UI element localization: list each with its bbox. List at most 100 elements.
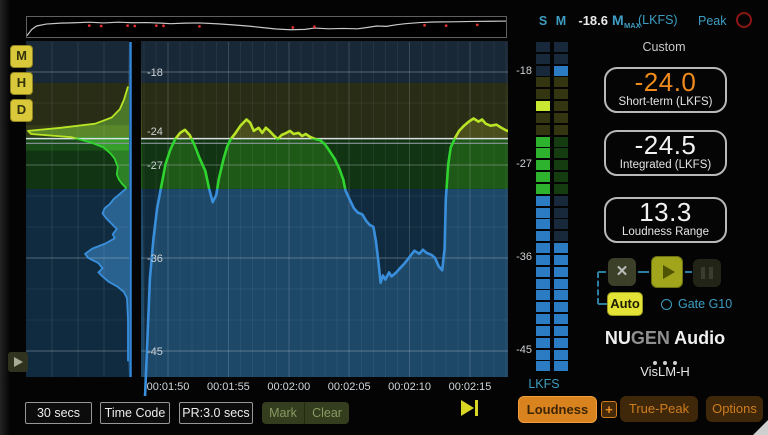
connector-line (598, 271, 606, 273)
connector-line (598, 303, 607, 305)
meter-segment (554, 350, 568, 360)
meter-segment (536, 160, 550, 170)
preset-name: Custom (604, 40, 724, 54)
meter-scale-label: -27 (496, 158, 532, 170)
meter-segment (536, 338, 550, 348)
play-icon (14, 357, 23, 367)
gate-radio[interactable] (661, 299, 672, 310)
meter-segment (554, 231, 568, 241)
meter-segment (554, 267, 568, 277)
momentary-view-button[interactable]: M (10, 45, 33, 68)
vislm-plugin-window: -18-24-27-36-4500:01:5000:01:5500:02:000… (0, 0, 768, 435)
loudness-range-label: Loudness Range (606, 226, 725, 238)
distribution-view-button[interactable]: D (10, 99, 33, 122)
meter-segment (554, 290, 568, 300)
play-button[interactable] (651, 256, 683, 288)
mark-button[interactable]: Mark (262, 402, 305, 424)
pause-button[interactable] (693, 259, 721, 287)
meter-segment (536, 77, 550, 87)
meter-segment (554, 148, 568, 158)
product-name: VisLM-H (595, 364, 735, 379)
meter-segment (554, 314, 568, 324)
meter-segment (554, 243, 568, 253)
integrated-readout: -24.5 Integrated (LKFS) (604, 130, 727, 176)
meter-segment (554, 172, 568, 182)
practical-range-button[interactable]: PR:3.0 secs (179, 402, 253, 424)
distribution-play-button[interactable] (8, 352, 28, 372)
meter-segment (554, 77, 568, 87)
meter-segment (536, 361, 550, 371)
history-window-select[interactable]: 30 secs (25, 402, 92, 424)
meter-scale-label: -36 (496, 251, 532, 263)
connector-line (685, 271, 692, 273)
meter-segment (536, 54, 550, 64)
integrated-value: -24.5 (606, 132, 725, 159)
meter-segment (554, 326, 568, 336)
meter-segment (536, 125, 550, 135)
s-meter-label: S (536, 14, 550, 28)
svg-text:00:01:55: 00:01:55 (207, 381, 250, 393)
meter-segment (554, 42, 568, 52)
gate-label: Gate G10 (678, 297, 732, 311)
meter-segment (554, 66, 568, 76)
svg-text:00:02:00: 00:02:00 (267, 381, 310, 393)
meter-segment (536, 89, 550, 99)
meter-segment (536, 350, 550, 360)
peak-indicator-light[interactable] (736, 12, 752, 28)
meter-segment (554, 279, 568, 289)
meter-segment (554, 113, 568, 123)
meter-segment (536, 302, 550, 312)
loudness-range-value: 13.3 (606, 199, 725, 226)
brand-audio: Audio (670, 328, 725, 348)
short-term-readout: -24.0 Short-term (LKFS) (604, 67, 727, 113)
meter-segment (536, 290, 550, 300)
auto-button[interactable]: Auto (607, 292, 643, 316)
meter-segment (554, 89, 568, 99)
meter-segment (536, 42, 550, 52)
meter-segment (536, 314, 550, 324)
meter-segment (536, 243, 550, 253)
short-term-meter-bar (536, 42, 550, 374)
meter-segment (536, 66, 550, 76)
resize-grip[interactable] (753, 420, 768, 435)
meter-segment (536, 279, 550, 289)
meter-segment (554, 54, 568, 64)
brand-logo: NUGEN Audio (595, 328, 735, 349)
meter-segment (536, 219, 550, 229)
skip-to-end-button[interactable] (461, 399, 481, 417)
meter-segment (536, 148, 550, 158)
true-peak-tab-button[interactable]: True-Peak (620, 396, 698, 422)
svg-text:-27: -27 (147, 160, 163, 172)
loudness-tab-button[interactable]: Loudness (518, 396, 597, 423)
meter-segment (554, 219, 568, 229)
timecode-mode-button[interactable]: Time Code (100, 402, 170, 424)
loudness-history-chart[interactable]: -18-24-27-36-4500:01:5000:01:5500:02:000… (26, 16, 508, 396)
history-view-button[interactable]: H (10, 72, 33, 95)
momentary-meter-bar (554, 42, 568, 374)
pause-icon (701, 267, 705, 279)
meter-segment (554, 125, 568, 135)
reset-button[interactable]: ✕ (608, 258, 636, 286)
overview-strip (27, 17, 507, 38)
short-term-value: -24.0 (606, 69, 725, 96)
meter-segment (554, 208, 568, 218)
meter-segment (554, 137, 568, 147)
meter-segment (536, 267, 550, 277)
play-icon (663, 265, 675, 279)
meter-segment (554, 302, 568, 312)
mmax-letter: M (612, 12, 624, 28)
svg-text:00:02:15: 00:02:15 (449, 381, 492, 393)
brand-gen: GEN (631, 328, 670, 348)
svg-text:-36: -36 (147, 253, 163, 265)
meter-segment (536, 231, 550, 241)
clear-button[interactable]: Clear (305, 402, 349, 424)
meter-segment (554, 338, 568, 348)
connector-line (638, 271, 649, 273)
add-view-button[interactable]: + (601, 401, 617, 418)
meter-segment (536, 172, 550, 182)
skip-triangle-icon (461, 400, 474, 416)
svg-text:00:02:10: 00:02:10 (388, 381, 431, 393)
options-button[interactable]: Options (706, 396, 763, 422)
meter-segment (536, 137, 550, 147)
meter-segment (536, 196, 550, 206)
